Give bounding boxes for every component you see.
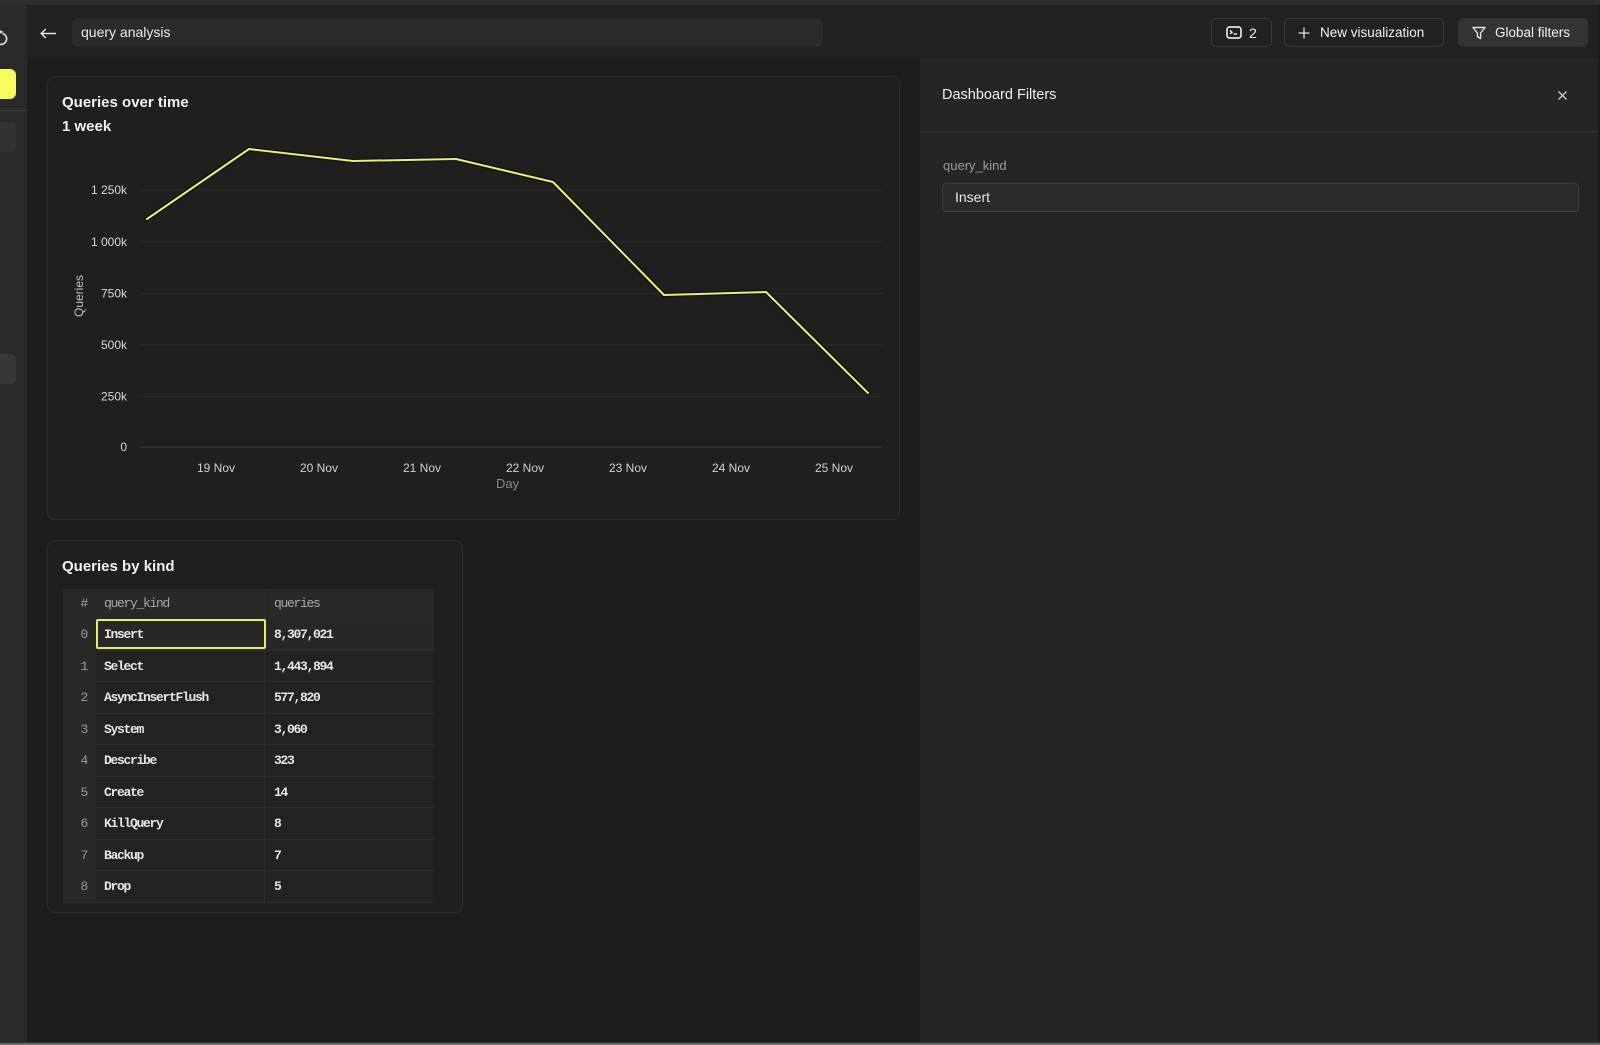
svg-text:25 Nov: 25 Nov: [815, 461, 853, 475]
svg-text:Day: Day: [496, 476, 520, 491]
svg-text:0: 0: [120, 440, 127, 454]
svg-text:1 250k: 1 250k: [91, 183, 128, 197]
svg-text:750k: 750k: [101, 287, 128, 301]
svg-text:500k: 500k: [101, 338, 128, 352]
svg-text:Queries: Queries: [72, 275, 86, 317]
svg-text:20 Nov: 20 Nov: [300, 461, 338, 475]
svg-text:23 Nov: 23 Nov: [609, 461, 647, 475]
svg-text:250k: 250k: [101, 390, 128, 404]
svg-text:21 Nov: 21 Nov: [403, 461, 441, 475]
svg-text:22 Nov: 22 Nov: [506, 461, 544, 475]
svg-text:1 000k: 1 000k: [91, 235, 128, 249]
svg-text:24 Nov: 24 Nov: [712, 461, 750, 475]
svg-text:19 Nov: 19 Nov: [197, 461, 235, 475]
